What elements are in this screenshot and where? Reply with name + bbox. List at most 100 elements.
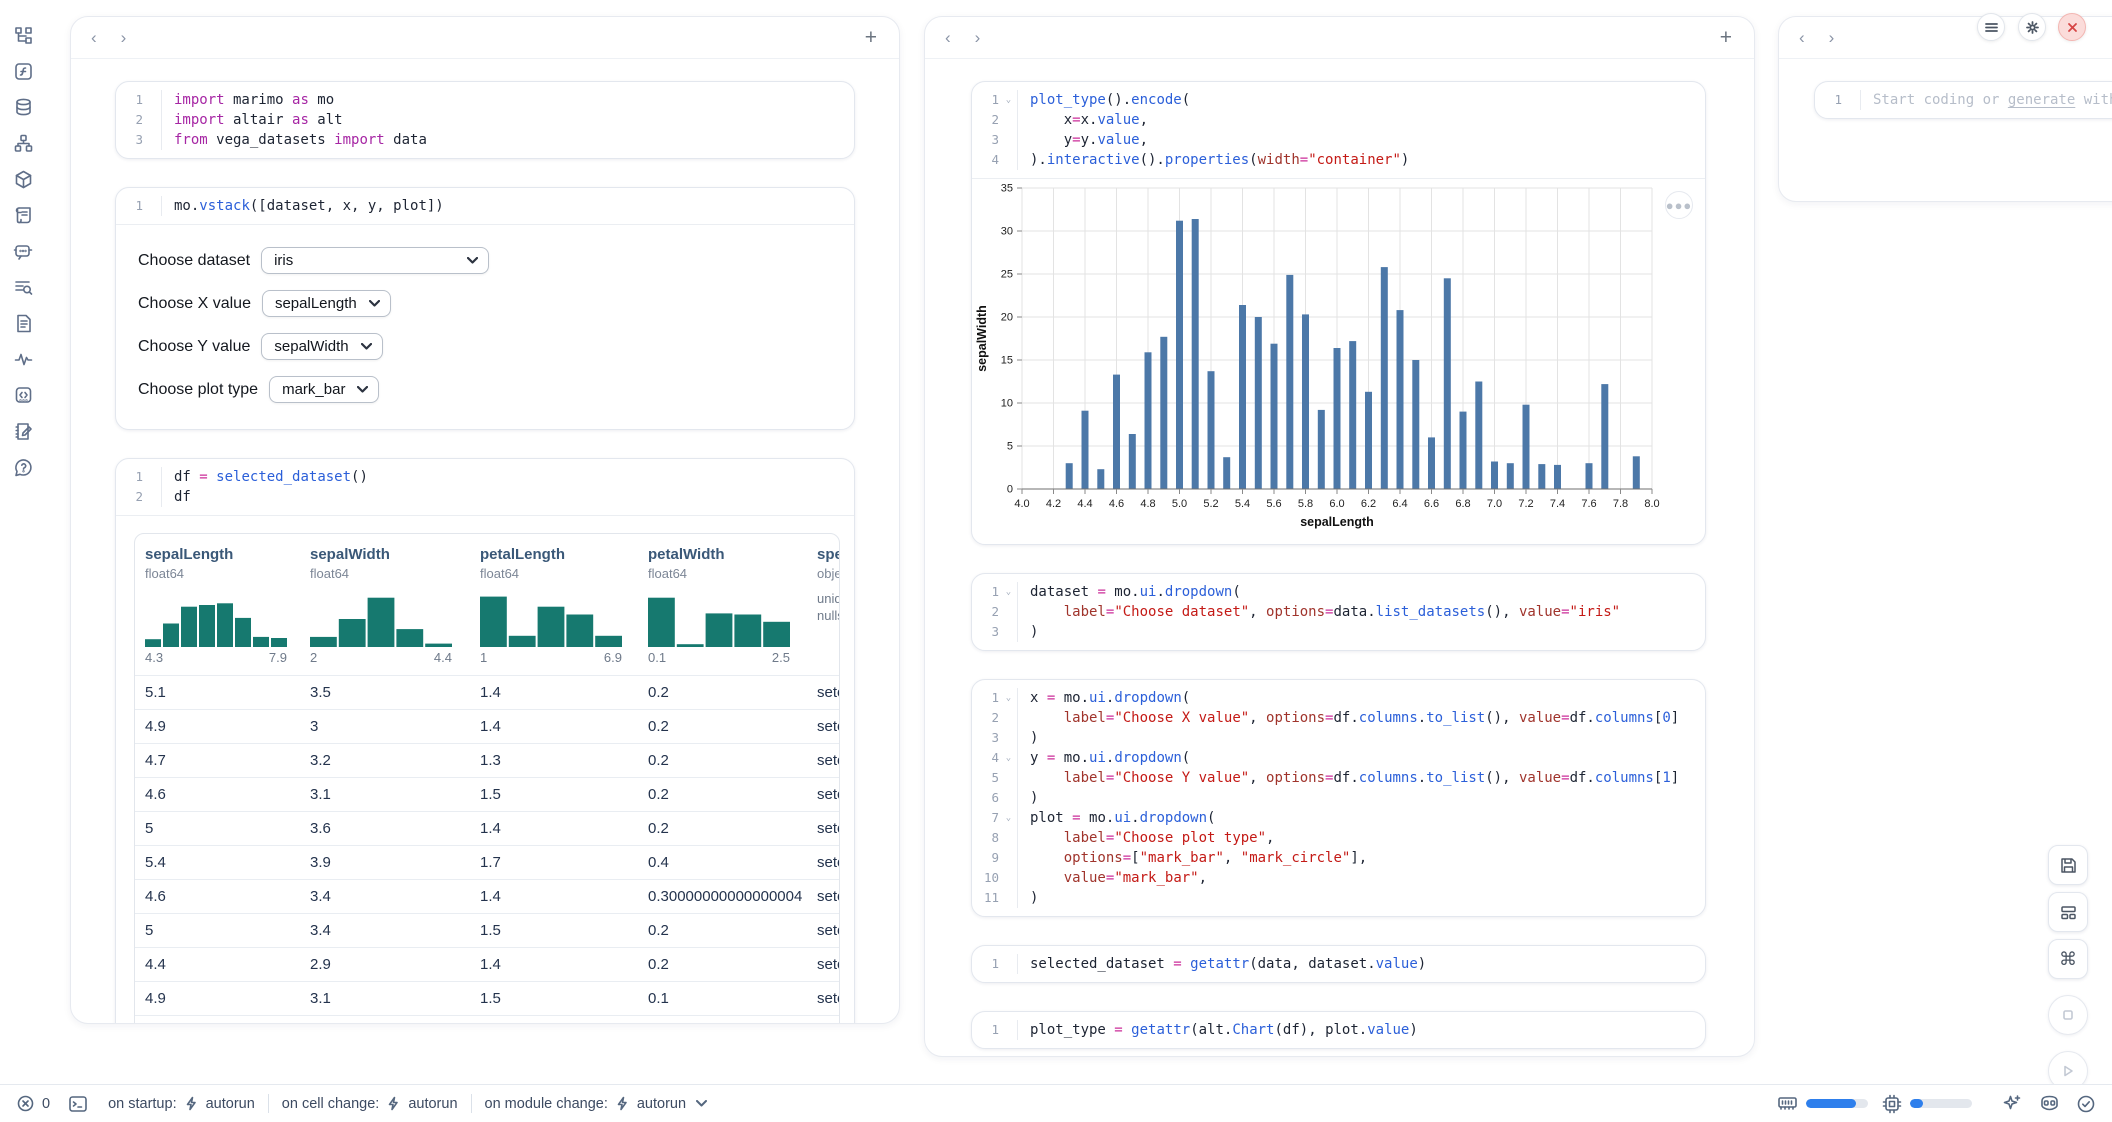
code-editor[interactable]: 1selected_dataset = getattr(data, datase… — [972, 946, 1705, 982]
table-column-header: petalWidthfloat640.12.5 — [638, 546, 807, 665]
code-editor[interactable]: 1 Start coding or generate with AI — [1815, 82, 2112, 118]
code-editor[interactable]: 1df = selected_dataset()2df — [116, 459, 854, 515]
chart-menu-button[interactable]: ●●● — [1665, 191, 1693, 219]
copilot-icon[interactable] — [2039, 1093, 2060, 1114]
sidebar-file-tree-button[interactable] — [7, 20, 41, 50]
chevron-down-icon — [696, 1100, 707, 1107]
code-editor[interactable]: 1⌄plot_type().encode(2 x=x.value,3 y=y.v… — [972, 82, 1705, 178]
svg-text:sepalWidth: sepalWidth — [975, 305, 989, 372]
settings-button[interactable] — [2018, 13, 2046, 41]
layout-button[interactable] — [2048, 892, 2088, 932]
table-row[interactable]: 5.13.51.40.2setosa — [135, 675, 839, 709]
fold-chevron-icon[interactable]: ⌄ — [1002, 688, 1015, 708]
code-editor[interactable]: 1⌄dataset = mo.ui.dropdown(2 label="Choo… — [972, 574, 1705, 650]
column-name[interactable]: petalLength — [480, 546, 638, 563]
generate-link[interactable]: generate — [2008, 92, 2075, 108]
table-cell: 3.4 — [300, 888, 470, 905]
table-row[interactable]: 53.41.50.2setosa — [135, 913, 839, 947]
sidebar-snippets-button[interactable] — [7, 380, 41, 410]
column-name[interactable]: sepalLength — [145, 546, 300, 563]
sidebar-database-button[interactable] — [7, 92, 41, 122]
code-line: ) — [1017, 728, 1705, 748]
column-name[interactable]: petalWidth — [648, 546, 807, 563]
chevron-left-icon[interactable]: ‹ — [1799, 29, 1805, 46]
bar-chart[interactable]: 4.04.24.44.64.85.05.25.45.65.86.06.26.46… — [972, 179, 1706, 539]
chevron-left-icon[interactable]: ‹ — [91, 29, 97, 46]
dropdown-choose-dataset[interactable]: iris — [261, 247, 489, 274]
runtime-config-1[interactable]: on startup:autorun — [108, 1096, 255, 1112]
svg-text:4.4: 4.4 — [1077, 498, 1092, 510]
column-histogram — [145, 591, 287, 647]
add-cell-button[interactable]: + — [865, 27, 877, 48]
chevron-right-icon[interactable]: › — [1829, 29, 1835, 46]
chevron-right-icon[interactable]: › — [121, 29, 127, 46]
code-editor[interactable]: 1import marimo as mo2import altair as al… — [116, 82, 854, 158]
add-cell-button[interactable]: + — [1720, 27, 1732, 48]
svg-text:30: 30 — [1001, 226, 1013, 238]
line-number: 1 — [972, 582, 1002, 602]
svg-text:20: 20 — [1001, 312, 1013, 324]
chart-output[interactable]: 4.04.24.44.64.85.05.25.45.65.86.06.26.46… — [972, 178, 1705, 544]
dropdown-choose-y-value[interactable]: sepalWidth — [261, 333, 382, 360]
table-row[interactable]: 53.61.40.2setosa — [135, 811, 839, 845]
dropdown-choose-x-value[interactable]: sepalLength — [262, 290, 391, 317]
table-row[interactable]: 4.93.11.50.1setosa — [135, 981, 839, 1015]
shutdown-button[interactable] — [2058, 13, 2086, 41]
column-name[interactable]: species — [817, 546, 840, 563]
cell-xy-plot-dropdowns: 1⌄x = mo.ui.dropdown(2 label="Choose X v… — [971, 679, 1706, 917]
sidebar-chatbot-button[interactable] — [7, 236, 41, 266]
save-button[interactable] — [2048, 845, 2088, 885]
table-row[interactable]: 4.63.41.40.30000000000000004setosa — [135, 879, 839, 913]
sidebar-logs-button[interactable] — [7, 272, 41, 302]
table-row[interactable]: 5.43.91.70.4setosa — [135, 845, 839, 879]
sidebar-documentation-button[interactable] — [7, 308, 41, 338]
code-editor[interactable]: 1mo.vstack([dataset, x, y, plot]) — [116, 188, 854, 224]
fold-chevron-icon[interactable]: ⌄ — [1002, 90, 1015, 110]
sidebar-tracing-button[interactable] — [7, 344, 41, 374]
line-number: 3 — [972, 130, 1002, 150]
stop-icon — [2060, 1007, 2076, 1023]
table-row[interactable]: 4.931.40.2setosa — [135, 709, 839, 743]
table-row[interactable]: 4.63.11.50.2setosa — [135, 777, 839, 811]
dropdown-choose-plot-type[interactable]: mark_bar — [269, 376, 379, 403]
table-cell: 4.7 — [135, 752, 300, 769]
fold-chevron-icon[interactable]: ⌄ — [1002, 748, 1015, 768]
fold-gutter — [1002, 150, 1015, 170]
table-column-header: petalLengthfloat6416.9 — [470, 546, 638, 665]
snippets-icon — [13, 385, 34, 406]
connected-check-icon[interactable] — [2076, 1094, 2096, 1114]
dropdown-row: Choose plot typemark_bar — [138, 376, 832, 403]
sparkle-ai-icon[interactable] — [2002, 1093, 2023, 1114]
menu-button[interactable] — [1977, 13, 2005, 41]
runtime-config-2[interactable]: on cell change:autorun — [282, 1096, 458, 1112]
stop-button[interactable] — [2048, 995, 2088, 1035]
column-max: 7.9 — [269, 650, 287, 665]
sidebar-dependency-graph-button[interactable] — [7, 128, 41, 158]
svg-text:7.2: 7.2 — [1518, 498, 1533, 510]
column-name[interactable]: sepalWidth — [310, 546, 470, 563]
table-cell: 3.4 — [300, 922, 470, 939]
runtime-config-3[interactable]: on module change:autorun — [485, 1096, 708, 1112]
code-line: y = mo.ui.dropdown( — [1017, 748, 1705, 768]
chevron-left-icon[interactable]: ‹ — [945, 29, 951, 46]
table-cell: 5 — [135, 922, 300, 939]
notebook-column-2: ‹ › + 1⌄plot_type().encode(2 x=x.value,3… — [924, 16, 1755, 1057]
chevron-right-icon[interactable]: › — [975, 29, 981, 46]
terminal-icon[interactable] — [68, 1094, 88, 1114]
keyboard-shortcuts-button[interactable]: ⌘ — [2048, 939, 2088, 979]
sidebar-help-button[interactable] — [7, 452, 41, 482]
svg-text:5.2: 5.2 — [1203, 498, 1218, 510]
code-editor[interactable]: 1plot_type = getattr(alt.Chart(df), plot… — [972, 1012, 1705, 1048]
code-editor[interactable]: 1⌄x = mo.ui.dropdown(2 label="Choose X v… — [972, 680, 1705, 916]
sidebar-notebook-button[interactable] — [7, 416, 41, 446]
sidebar-scratchpad-button[interactable] — [7, 200, 41, 230]
table-row[interactable]: 4.73.21.30.2setosa — [135, 743, 839, 777]
memory-usage-bar — [1806, 1099, 1868, 1108]
fold-chevron-icon[interactable]: ⌄ — [1002, 582, 1015, 602]
table-row[interactable]: 4.42.91.40.2setosa — [135, 947, 839, 981]
errors-icon[interactable] — [16, 1094, 35, 1113]
fold-chevron-icon[interactable]: ⌄ — [1002, 808, 1015, 828]
runtime-label: on cell change: — [282, 1096, 380, 1112]
sidebar-package-button[interactable] — [7, 164, 41, 194]
sidebar-function-button[interactable] — [7, 56, 41, 86]
